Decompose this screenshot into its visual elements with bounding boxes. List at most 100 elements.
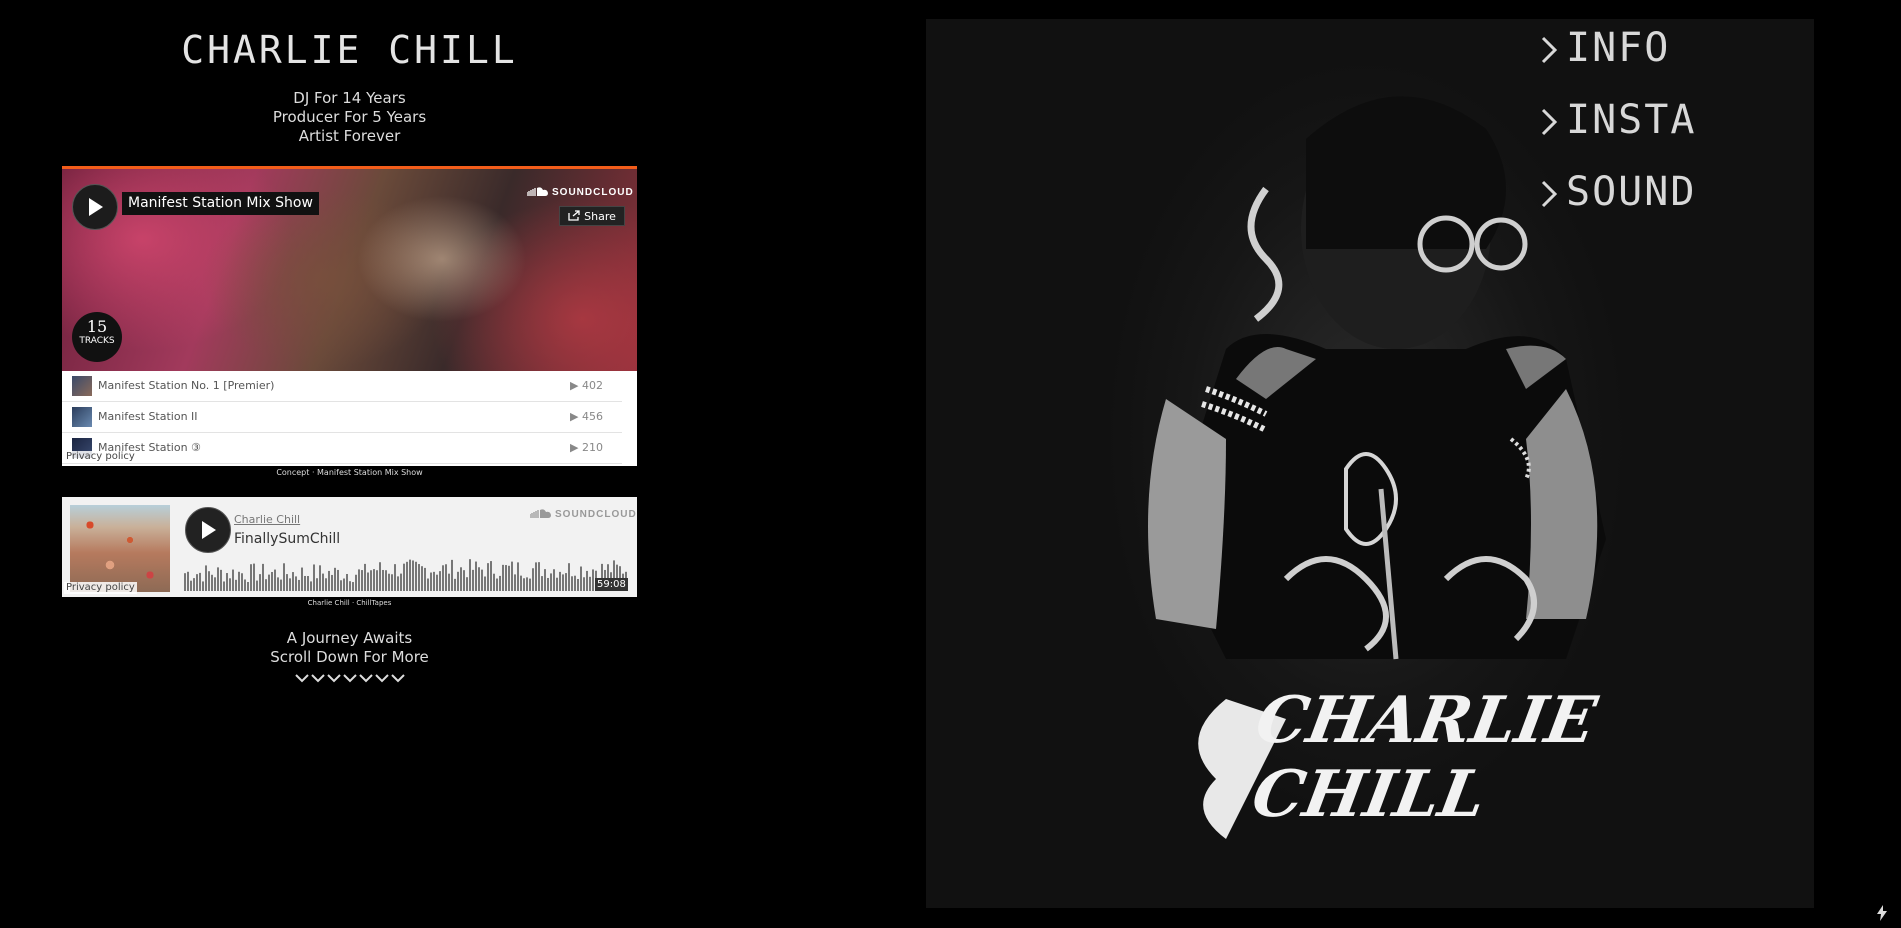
waveform-bar	[277, 577, 279, 591]
track-count-badge: 15 TRACKS	[72, 312, 122, 362]
waveform-bar	[505, 565, 507, 591]
privacy-policy-link[interactable]: Privacy policy	[64, 582, 137, 594]
track-title[interactable]: FinallySumChill	[234, 531, 340, 547]
chevron-down-icon	[294, 674, 309, 683]
waveform-bar	[460, 567, 462, 591]
waveform-bar	[559, 571, 561, 591]
waveform-bar	[592, 569, 594, 591]
track-plays: ▶ 402	[570, 379, 603, 392]
waveform-bar	[289, 578, 291, 591]
waveform-bar	[568, 563, 570, 591]
left-column: CHARLIE CHILL DJ For 14 Years Producer F…	[0, 0, 700, 928]
waveform-bar	[442, 565, 444, 591]
waveform-bar	[367, 572, 369, 591]
waveform-bar	[313, 564, 315, 591]
waveform-bar	[433, 571, 435, 591]
waveform-bar	[346, 573, 348, 591]
nav-sound[interactable]: SOUND	[1540, 166, 1696, 238]
waveform-bar	[451, 559, 453, 591]
waveform-bar	[538, 562, 540, 591]
share-button[interactable]: Share	[559, 206, 625, 226]
scroll-prompt: A Journey Awaits Scroll Down For More	[62, 629, 637, 667]
privacy-policy-link[interactable]: Privacy policy	[64, 451, 137, 463]
waveform-bar	[550, 573, 552, 591]
track-thumbnail	[72, 376, 92, 396]
waveform-bar	[499, 575, 501, 591]
play-count: 402	[581, 379, 603, 392]
waveform-bar	[187, 571, 189, 591]
waveform-bar	[190, 580, 192, 591]
waveform-bar	[412, 560, 414, 591]
bio: DJ For 14 Years Producer For 5 Years Art…	[62, 89, 637, 146]
waveform-bar	[556, 577, 558, 591]
track-artist-link[interactable]: Charlie Chill	[234, 513, 300, 526]
waveform-bar	[235, 579, 237, 591]
nav-sound-label: SOUND	[1566, 169, 1697, 215]
playlist-artwork: Manifest Station Mix Show SOUNDCLOUD Sha…	[62, 166, 637, 371]
waveform[interactable]	[184, 557, 628, 591]
waveform-bar	[379, 562, 381, 591]
waveform-bar	[376, 570, 378, 591]
play-icon	[202, 521, 216, 539]
soundcloud-logo[interactable]: SOUNDCLOUD	[526, 187, 634, 198]
track-caption[interactable]: Charlie Chill · ChillTapes	[62, 599, 637, 607]
track-name: Manifest Station II	[98, 410, 198, 423]
waveform-bar	[496, 578, 498, 591]
waveform-bar	[418, 564, 420, 591]
waveform-bar	[223, 581, 225, 591]
waveform-bar	[415, 561, 417, 591]
waveform-bar	[307, 575, 309, 591]
chevron-down-icon	[342, 674, 357, 683]
track-row[interactable]: Manifest Station No. 1 [Premier) ▶ 402	[62, 371, 622, 402]
waveform-bar	[409, 559, 411, 591]
waveform-bar	[457, 571, 459, 591]
waveform-bar	[424, 567, 426, 591]
waveform-bar	[352, 582, 354, 591]
play-button[interactable]	[185, 507, 231, 553]
play-count: 456	[581, 410, 603, 423]
play-icon	[89, 198, 103, 216]
waveform-bar	[334, 567, 336, 591]
track-artwork	[70, 505, 170, 592]
waveform-bar	[256, 580, 258, 591]
nav-insta[interactable]: INSTA	[1540, 94, 1696, 166]
waveform-bar	[385, 570, 387, 591]
soundcloud-label: SOUNDCLOUD	[555, 509, 637, 520]
waveform-bar	[304, 575, 306, 591]
track-row[interactable]: Manifest Station II ▶ 456	[62, 402, 622, 433]
waveform-bar	[262, 563, 264, 591]
waveform-bar	[349, 581, 351, 591]
nav-info[interactable]: INFO	[1540, 22, 1696, 94]
soundcloud-label: SOUNDCLOUD	[552, 187, 634, 198]
waveform-bar	[547, 577, 549, 591]
share-icon	[568, 210, 580, 221]
play-button[interactable]	[72, 184, 118, 230]
waveform-bar	[511, 561, 513, 591]
waveform-bar	[199, 572, 201, 591]
lightning-icon[interactable]	[1875, 905, 1889, 921]
waveform-bar	[328, 570, 330, 591]
waveform-bar	[214, 577, 216, 591]
waveform-bar	[202, 581, 204, 591]
waveform-bar	[397, 576, 399, 591]
waveform-bar	[589, 576, 591, 591]
waveform-bar	[508, 565, 510, 591]
playlist-caption[interactable]: Concept · Manifest Station Mix Show	[62, 468, 637, 477]
waveform-bar	[208, 571, 210, 591]
waveform-bar	[478, 567, 480, 591]
waveform-bar	[520, 575, 522, 591]
soundcloud-logo[interactable]: SOUNDCLOUD	[529, 509, 637, 520]
waveform-bar	[259, 574, 261, 591]
waveform-bar	[535, 562, 537, 591]
waveform-bar	[322, 573, 324, 591]
bio-line: Producer For 5 Years	[272, 108, 427, 126]
poster-logo-text: CHARLIE CHILL	[1246, 683, 1602, 832]
journey-line: A Journey Awaits	[286, 629, 413, 647]
waveform-bar	[280, 579, 282, 591]
scroll-chevrons[interactable]	[62, 668, 637, 687]
waveform-bar	[490, 561, 492, 591]
waveform-bar	[250, 564, 252, 591]
waveform-bar	[184, 573, 186, 591]
track-row[interactable]: Manifest Station ③ ▶ 210	[62, 433, 622, 464]
playlist-title[interactable]: Manifest Station Mix Show	[122, 192, 319, 215]
